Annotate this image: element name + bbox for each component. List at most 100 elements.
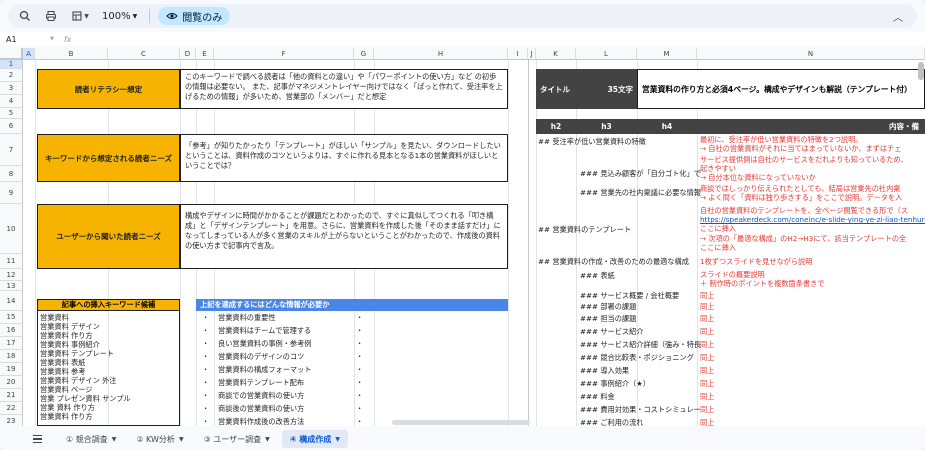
bullet: ・ xyxy=(356,326,364,335)
name-box[interactable]: A1 xyxy=(0,35,50,44)
outline-h3: ### 営業先の社内稟議に必要な情報 xyxy=(580,188,701,197)
row-header[interactable]: 23 xyxy=(0,415,23,426)
column-header[interactable]: M xyxy=(637,48,697,60)
sheet-tabs-bar: ① 競合調査 ▼ ② KW分析 ▼ ③ ユーザー調査 ▼ ④ 構成作成 ▼ xyxy=(0,428,925,450)
outline-h3: ### 事例紹介（★） xyxy=(580,379,650,388)
outline-h3: ### 担当の課題 xyxy=(580,314,637,323)
chevron-down-icon: ▼ xyxy=(335,435,340,443)
note-same: 同上 xyxy=(700,291,715,300)
zoom-value: 100% xyxy=(102,10,131,22)
row-header[interactable]: 1 xyxy=(0,60,23,69)
outline-h2: ## 営業資料の作成・改善のための最適な構成 xyxy=(538,257,689,266)
sheet-tab[interactable]: ③ ユーザー調査 ▼ xyxy=(196,430,278,448)
row-header[interactable]: 20 xyxy=(0,376,23,389)
row-header[interactable]: 10 xyxy=(0,204,23,254)
note-text: サービス提供側は自社のサービスをだれよりも知っているため、 xyxy=(700,155,908,164)
horizontal-scrollbar[interactable] xyxy=(392,420,530,425)
column-header[interactable]: D xyxy=(180,48,196,60)
column-header[interactable]: K xyxy=(536,48,576,60)
row-header[interactable]: 9 xyxy=(0,182,23,204)
row-header[interactable]: 18 xyxy=(0,350,23,363)
column-header[interactable]: N xyxy=(697,48,925,60)
column-header[interactable]: H xyxy=(374,48,508,60)
bullet: ・ xyxy=(356,417,364,426)
row-header[interactable]: 5 xyxy=(0,108,23,119)
note-text: 最初に、受注率が低い営業資料の特徴を2つ説明。 xyxy=(700,135,863,144)
bullet: ・ xyxy=(356,378,364,387)
search-menus-icon[interactable] xyxy=(14,5,36,27)
sheet-grid[interactable]: A B C D E F G H I J K L M N 1 2 3 4 5 6 … xyxy=(0,48,925,426)
template-link[interactable]: https://speakerdeck.com/coneinc/e-slide-… xyxy=(700,215,925,224)
column-header[interactable]: G xyxy=(354,48,374,60)
column-header[interactable]: C xyxy=(108,48,180,60)
keyword-item: 営業資料 デザイン xyxy=(40,322,100,331)
h2-header: h2 xyxy=(536,119,576,134)
row-header[interactable]: 2 xyxy=(0,69,23,82)
outline-h3: ### 見込み顧客が「自分ゴト化」で xyxy=(580,169,701,178)
column-header[interactable]: F xyxy=(214,48,354,60)
sheet-tab-active[interactable]: ④ 構成作成 ▼ xyxy=(281,430,348,448)
sheet-tab[interactable]: ② KW分析 ▼ xyxy=(128,430,191,448)
row-header[interactable]: 12 xyxy=(0,269,23,281)
info-item: 営業資料テンプレート配布 xyxy=(218,378,305,387)
row-header[interactable]: 17 xyxy=(0,337,23,350)
row-header[interactable]: 8 xyxy=(0,166,23,182)
note-text: → 自社の営業資料がそれに当てはまっていないか、まずはチェ xyxy=(700,144,902,153)
outline-h3: ### 費用対効果・コストシミュレー xyxy=(580,405,701,414)
row-header[interactable]: 3 xyxy=(0,82,23,95)
reader-literacy-text: このキーワードで調べる読者は「他の資料との違い」や「パワーポイントの使い方」など… xyxy=(180,69,508,109)
row-header[interactable]: 7 xyxy=(0,134,23,166)
bullet: ・ xyxy=(356,313,364,322)
grid-line xyxy=(637,60,638,426)
chevron-down-icon: ▼ xyxy=(265,435,270,443)
column-header[interactable]: L xyxy=(576,48,637,60)
row-header[interactable]: 21 xyxy=(0,389,23,402)
row-header[interactable]: 19 xyxy=(0,363,23,376)
page-setup-icon[interactable]: ▼ xyxy=(66,5,94,27)
row-header[interactable]: 15 xyxy=(0,311,23,324)
sheet-tab[interactable]: ① 競合調査 ▼ xyxy=(58,430,124,448)
column-header[interactable]: E xyxy=(196,48,214,60)
chevron-down-icon: ▼ xyxy=(111,435,117,443)
row-header[interactable]: 16 xyxy=(0,324,23,337)
user-needs-text: 構成やデザインに時間がかかることが課題だとわかったので、すぐに真似してつくれる「… xyxy=(180,204,508,269)
column-header[interactable]: A xyxy=(23,48,35,60)
fx-icon: fx xyxy=(63,34,72,44)
keyword-candidates-header: 記事への挿入キーワード候補 xyxy=(37,299,180,311)
bullet: ・ xyxy=(356,365,364,374)
collapse-toolbar-button[interactable]: ︿ xyxy=(887,5,909,27)
row-header[interactable]: 4 xyxy=(0,95,23,108)
zoom-select[interactable]: 100% ▼ xyxy=(98,11,141,22)
keyword-item: 営業資料 テンプレート xyxy=(40,349,114,358)
outline-h3: ### 導入効果 xyxy=(580,366,630,375)
row-header[interactable]: 22 xyxy=(0,402,23,415)
vertical-scrollbar[interactable] xyxy=(918,62,924,80)
note-text: ここに挿入 xyxy=(700,243,736,252)
keyword-needs-text: 「参考」が知りたかったり「テンプレート」がほしい「サンプル」を見たい、ダウンロー… xyxy=(180,134,508,182)
bullet: ・ xyxy=(356,352,364,361)
column-header[interactable]: B xyxy=(35,48,108,60)
title-char-count: 35文字 xyxy=(576,69,637,109)
all-sheets-menu-icon[interactable] xyxy=(30,431,46,447)
keyword-item: 営業資料 作り方 xyxy=(40,331,93,340)
reader-literacy-label: 読者リテラシー想定 xyxy=(37,69,180,109)
print-icon[interactable] xyxy=(40,5,62,27)
row-header[interactable]: 11 xyxy=(0,254,23,269)
note-same: 同上 xyxy=(700,302,715,311)
bullet: ・ xyxy=(202,326,210,335)
view-only-badge[interactable]: 閲覧のみ xyxy=(158,7,231,25)
info-item: 営業資料のデザインのコツ xyxy=(218,352,305,361)
select-all-corner[interactable] xyxy=(0,48,23,60)
keyword-item: 営業資料 ページ xyxy=(40,385,93,394)
note-same: 同上 xyxy=(700,314,715,323)
note-text: → 自分本位な資料になっていないか xyxy=(700,173,816,182)
row-header[interactable]: 13 xyxy=(0,281,23,291)
grid-line xyxy=(536,60,537,426)
info-needed-header: 上記を達成するにはどんな情報が必要か xyxy=(196,299,508,311)
row-header[interactable]: 6 xyxy=(0,119,23,134)
outline-h3: ### 競合比較表・ポジショニング xyxy=(580,353,694,362)
column-header[interactable]: J xyxy=(528,48,536,60)
note-text: 1枚ずつスライドを見せながら説明 xyxy=(700,257,813,266)
row-header[interactable]: 14 xyxy=(0,291,23,311)
column-header[interactable]: I xyxy=(508,48,528,60)
